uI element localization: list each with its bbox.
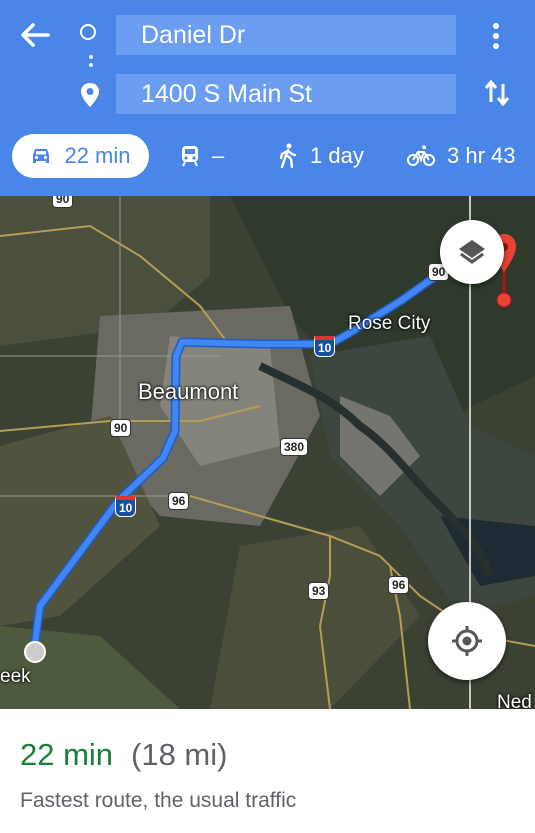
walk-icon (279, 143, 297, 169)
car-icon (33, 149, 50, 163)
origin-field[interactable]: Daniel Dr (116, 15, 456, 55)
directions-header: Daniel Dr 1400 S Main St 22 min – 1 day … (0, 0, 535, 196)
destination-field[interactable]: 1400 S Main St (116, 74, 456, 114)
train-icon (182, 146, 198, 167)
mode-drive-label: 22 min (64, 143, 131, 168)
route-description: Fastest route, the usual traffic (20, 789, 297, 812)
mode-walk-tab[interactable]: 1 day (278, 134, 364, 178)
arrow-back-icon (21, 23, 50, 47)
swap-route-button[interactable] (482, 78, 512, 108)
us-90-shield: 90 (52, 196, 74, 208)
more-vert-icon (493, 23, 499, 49)
us-96-shield: 96 (388, 576, 410, 594)
mode-drive-tab[interactable]: 22 min (12, 134, 149, 178)
back-button[interactable] (18, 20, 52, 50)
more-options-button[interactable] (486, 22, 506, 50)
hwy-380-shield: 380 (280, 438, 309, 456)
map-view[interactable]: Beaumont Rose City eek Ned 90 90 10 10 9… (0, 196, 535, 709)
us-96-shield: 96 (168, 492, 190, 510)
map-layers-button[interactable] (440, 220, 504, 284)
hwy-93-shield: 93 (308, 582, 330, 600)
swap-vert-icon (484, 79, 510, 107)
interstate-10-shield: 10 (115, 496, 137, 517)
map-edge-label-left: eek (0, 666, 31, 687)
interstate-10-shield: 10 (314, 336, 336, 357)
mode-walk-label: 1 day (310, 143, 364, 168)
route-summary-panel[interactable]: 22 min (18 mi) Fastest route, the usual … (0, 709, 535, 833)
mode-bike-label: 3 hr 43 (447, 143, 516, 168)
origin-circle-icon (80, 24, 96, 40)
layers-icon (459, 240, 485, 264)
city-label-rose-city: Rose City (348, 313, 431, 334)
route-start-marker[interactable] (24, 641, 46, 663)
mode-transit-label: – (212, 143, 225, 168)
us-90-shield: 90 (110, 419, 132, 437)
my-location-icon (452, 626, 482, 656)
route-dots-icon (89, 55, 93, 75)
my-location-button[interactable] (428, 602, 506, 680)
mode-bike-tab[interactable]: 3 hr 43 (407, 134, 516, 178)
map-edge-label-right: Ned (497, 692, 532, 709)
route-distance: (18 mi) (131, 737, 228, 772)
route-duration: 22 min (20, 737, 114, 772)
mode-transit-tab[interactable]: – (180, 134, 224, 178)
destination-pin-icon (80, 82, 100, 108)
bike-icon (407, 145, 435, 166)
city-label-beaumont: Beaumont (138, 379, 239, 404)
